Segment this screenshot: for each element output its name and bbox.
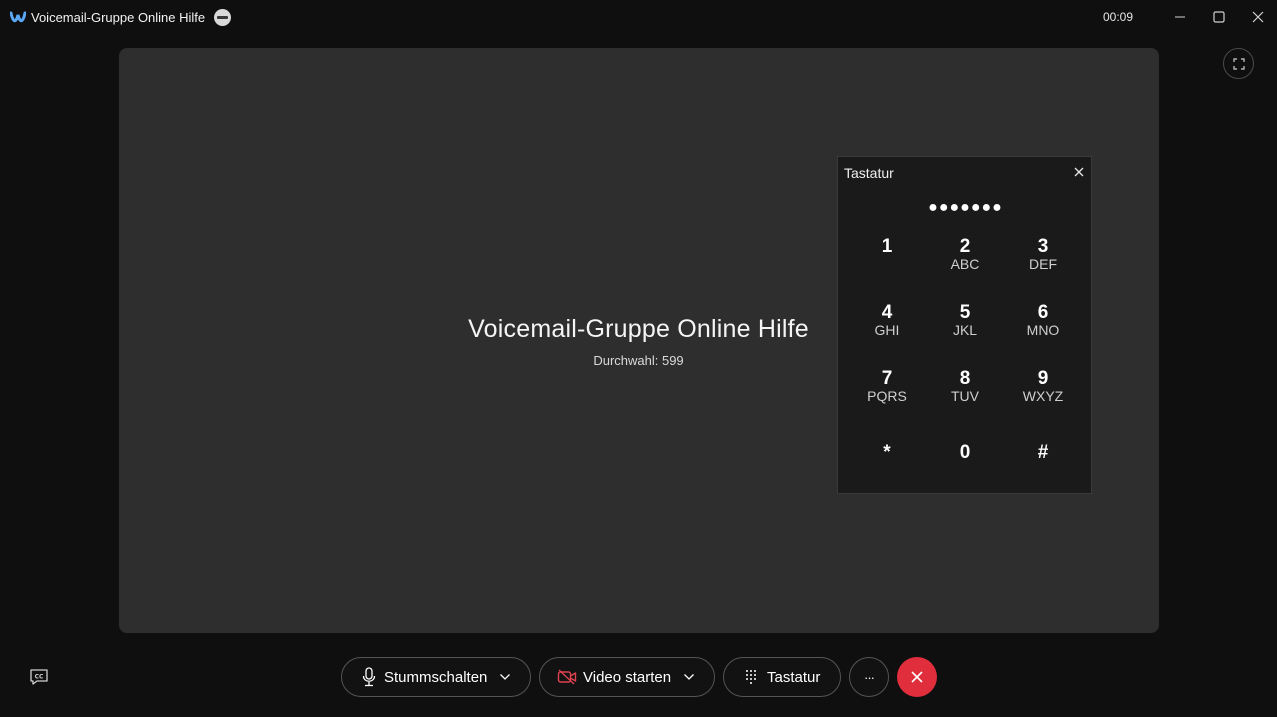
webex-icon	[10, 11, 26, 23]
key-5[interactable]: 5 JKL	[932, 303, 998, 355]
title-bar: Voicemail-Gruppe Online Hilfe 00:09	[0, 0, 1277, 34]
key-digit: 4	[881, 302, 893, 323]
call-timer: 00:09	[1103, 10, 1134, 24]
minimize-button[interactable]	[1170, 7, 1190, 27]
key-digit: 0	[959, 442, 971, 463]
key-star[interactable]: *	[854, 443, 920, 495]
end-call-button[interactable]	[897, 657, 937, 697]
key-1[interactable]: 1	[854, 237, 920, 289]
microphone-icon	[362, 667, 376, 687]
key-digit: #	[1037, 442, 1049, 463]
key-letters: JKL	[952, 322, 978, 338]
key-6[interactable]: 6 MNO	[1010, 303, 1076, 355]
do-not-disturb-icon[interactable]	[214, 9, 231, 26]
video-label: Video starten	[583, 668, 672, 686]
captions-button[interactable]: CC	[28, 667, 50, 687]
mute-label: Stummschalten	[384, 668, 488, 686]
keypad-panel: Tastatur ●●●●●●● 1 2 ABC 3 DEF 4 GHI 5 J…	[837, 156, 1092, 494]
fullscreen-button[interactable]	[1223, 48, 1254, 79]
more-options-icon: ···	[864, 669, 875, 685]
svg-text:CC: CC	[35, 674, 44, 681]
key-letters: DEF	[1029, 256, 1057, 272]
key-digit: *	[883, 442, 891, 463]
key-7[interactable]: 7 PQRS	[854, 369, 920, 421]
keypad-button[interactable]: Tastatur	[723, 657, 841, 697]
chevron-down-icon[interactable]	[683, 673, 695, 681]
key-digit: 9	[1037, 368, 1049, 389]
key-digit: 8	[959, 368, 971, 389]
minimize-icon	[1175, 16, 1185, 18]
key-letters: WXYZ	[1022, 388, 1064, 404]
key-digit: 7	[881, 368, 893, 389]
video-off-icon	[557, 669, 577, 685]
key-digit: 1	[881, 236, 893, 257]
mute-button[interactable]: Stummschalten	[341, 657, 531, 697]
key-0[interactable]: 0	[932, 443, 998, 495]
keypad-title: Tastatur	[844, 165, 894, 181]
close-window-button[interactable]	[1248, 7, 1268, 27]
key-letters: MNO	[1026, 322, 1060, 338]
dialed-digits: ●●●●●●●	[928, 199, 1003, 216]
key-letters: TUV	[951, 388, 979, 404]
chevron-down-icon[interactable]	[499, 673, 511, 681]
dialpad-icon	[746, 670, 756, 684]
key-8[interactable]: 8 TUV	[932, 369, 998, 421]
maximize-button[interactable]	[1209, 7, 1229, 27]
maximize-icon	[1213, 11, 1225, 23]
key-digit: 5	[959, 302, 971, 323]
key-letters: PQRS	[867, 388, 907, 404]
key-letters: ABC	[950, 256, 980, 272]
close-keypad-icon[interactable]	[1072, 165, 1086, 179]
key-4[interactable]: 4 GHI	[854, 303, 920, 355]
key-letters: GHI	[874, 322, 900, 338]
key-2[interactable]: 2 ABC	[932, 237, 998, 289]
closed-captions-icon: CC	[30, 669, 48, 685]
keypad-label: Tastatur	[767, 668, 821, 686]
key-digit: 3	[1037, 236, 1049, 257]
close-icon	[1252, 11, 1264, 23]
close-icon	[911, 671, 923, 683]
key-9[interactable]: 9 WXYZ	[1010, 369, 1076, 421]
key-3[interactable]: 3 DEF	[1010, 237, 1076, 289]
key-digit: 6	[1037, 302, 1049, 323]
key-digit: 2	[959, 236, 971, 257]
start-video-button[interactable]: Video starten	[539, 657, 715, 697]
more-options-button[interactable]: ···	[849, 657, 889, 697]
window-title: Voicemail-Gruppe Online Hilfe	[31, 10, 206, 25]
fullscreen-icon	[1232, 57, 1245, 70]
key-hash[interactable]: #	[1010, 443, 1076, 495]
